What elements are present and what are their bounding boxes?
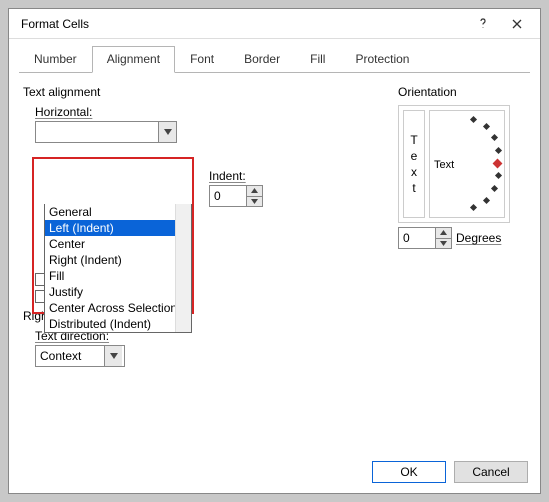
- horizontal-combo[interactable]: [35, 121, 177, 143]
- format-cells-dialog: Format Cells Number Alignment Font Borde…: [8, 8, 541, 494]
- tab-fill[interactable]: Fill: [295, 46, 340, 73]
- indent-input[interactable]: [210, 186, 246, 206]
- degrees-spinner[interactable]: [398, 227, 452, 249]
- horizontal-dropdown-button[interactable]: [158, 122, 176, 142]
- indent-label: Indent:: [209, 169, 263, 183]
- content-area: Text alignment Horizontal: Indent:: [9, 73, 540, 451]
- degrees-down[interactable]: [436, 239, 451, 249]
- orientation-handle[interactable]: [493, 159, 503, 169]
- horizontal-dropdown-list[interactable]: General Left (Indent) Center Right (Inde…: [44, 204, 192, 333]
- orientation-control[interactable]: Text Text: [398, 105, 510, 223]
- dialog-title: Format Cells: [21, 17, 466, 31]
- option-justify[interactable]: Justify: [45, 284, 191, 300]
- tab-alignment[interactable]: Alignment: [92, 46, 175, 73]
- option-right-indent[interactable]: Right (Indent): [45, 252, 191, 268]
- tab-font[interactable]: Font: [175, 46, 229, 73]
- dropdown-scrollbar[interactable]: [175, 204, 191, 332]
- degrees-label: Degrees: [456, 231, 501, 245]
- degrees-input[interactable]: [399, 228, 435, 248]
- option-center[interactable]: Center: [45, 236, 191, 252]
- orientation-vertical[interactable]: Text: [403, 110, 425, 218]
- text-direction-input[interactable]: [36, 346, 104, 366]
- tab-number[interactable]: Number: [19, 46, 92, 73]
- ok-button[interactable]: OK: [372, 461, 446, 483]
- help-button[interactable]: [466, 11, 500, 37]
- option-distributed[interactable]: Distributed (Indent): [45, 316, 191, 332]
- orientation-arc[interactable]: Text: [429, 110, 505, 218]
- text-alignment-label: Text alignment: [23, 85, 388, 99]
- text-direction-combo[interactable]: [35, 345, 125, 367]
- horizontal-input[interactable]: [36, 122, 158, 142]
- tab-strip: Number Alignment Font Border Fill Protec…: [9, 39, 540, 72]
- indent-down[interactable]: [247, 197, 262, 207]
- horizontal-label: Horizontal:: [35, 105, 388, 119]
- orientation-arc-text: Text: [434, 159, 454, 171]
- degrees-up[interactable]: [436, 228, 451, 239]
- tab-protection[interactable]: Protection: [340, 46, 424, 73]
- cancel-button[interactable]: Cancel: [454, 461, 528, 483]
- close-button[interactable]: [500, 11, 534, 37]
- option-center-across[interactable]: Center Across Selection: [45, 300, 191, 316]
- indent-spinner[interactable]: [209, 185, 263, 207]
- orientation-label: Orientation: [398, 85, 526, 99]
- option-left-indent[interactable]: Left (Indent): [45, 220, 191, 236]
- indent-up[interactable]: [247, 186, 262, 197]
- tab-border[interactable]: Border: [229, 46, 295, 73]
- dialog-footer: OK Cancel: [9, 451, 540, 493]
- titlebar: Format Cells: [9, 9, 540, 39]
- option-general[interactable]: General: [45, 204, 191, 220]
- text-direction-dropdown-button[interactable]: [104, 346, 122, 366]
- option-fill[interactable]: Fill: [45, 268, 191, 284]
